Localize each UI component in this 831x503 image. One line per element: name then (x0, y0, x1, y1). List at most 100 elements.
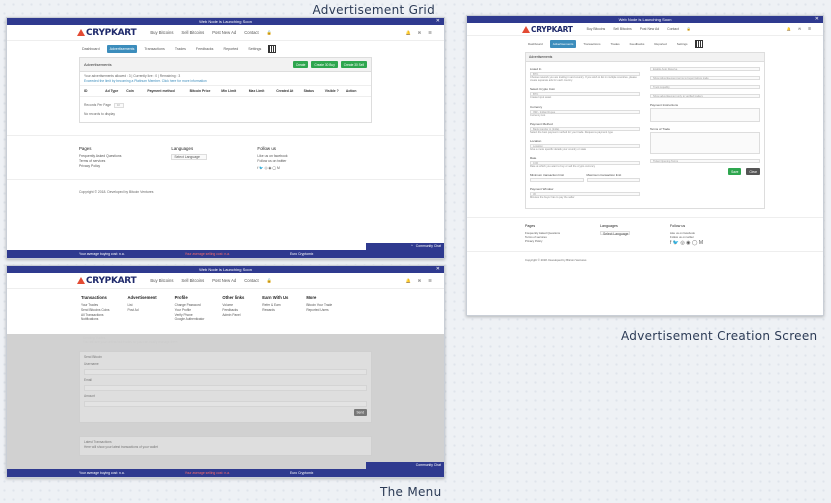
create-button[interactable]: Create (292, 61, 309, 68)
lock-icon[interactable]: 🔒 (267, 278, 272, 284)
tab-transactions[interactable]: Transactions (141, 45, 167, 53)
twitter-link[interactable]: Follow us on twitter (257, 159, 287, 164)
send-button[interactable]: Send (353, 408, 367, 416)
tab-settings[interactable]: Settings (245, 45, 264, 53)
terms-select[interactable]: Ticket Opening Terms (650, 159, 760, 163)
copyright: Copyright © 2018. Developed by Bitcoin V… (467, 250, 823, 262)
create-sell-button[interactable]: Create 30 Sell (340, 61, 367, 68)
email-label: Email (84, 378, 92, 382)
option-terms-to-buyer[interactable]: Show Advertisement terms to buyer before… (650, 76, 760, 80)
save-button[interactable]: Save (728, 168, 742, 175)
close-icon[interactable]: ✕ (815, 16, 819, 23)
nav-buy[interactable]: Buy Bitcoins (150, 278, 173, 283)
nav-contact[interactable]: Contact (667, 27, 679, 31)
field-label: Select Crypto Coin (530, 87, 556, 92)
exchange-name: Euro Cryptomix (290, 252, 314, 256)
field-rate: Rate 0.00 Rate at which you want to buy or… (530, 156, 640, 168)
terms-to-buyer-toggle[interactable]: Show Advertisement terms to buyer before… (650, 76, 760, 80)
social-icons[interactable]: f 🐦 ◎ ◉ ◯ M (257, 166, 287, 171)
create-buy-button[interactable]: Create 30 Buy (311, 61, 338, 68)
nav-sell[interactable]: Sell Bitcoins (181, 30, 204, 35)
menu-item[interactable]: Send Bitcoins Coins (81, 308, 110, 313)
tab-trades[interactable]: Trades (172, 45, 189, 53)
menu-item[interactable]: Reported Users (306, 308, 332, 313)
nav-buy[interactable]: Buy Bitcoins (150, 30, 173, 35)
close-icon[interactable]: ✕ (436, 266, 440, 273)
bell-icon[interactable]: 🔔 (787, 27, 791, 31)
lock-icon[interactable]: 🔒 (687, 27, 691, 31)
max-limit-input[interactable] (586, 178, 640, 183)
menu-item[interactable]: Post Ad (128, 308, 157, 313)
menu-icon[interactable]: ☰ (808, 27, 811, 31)
bell-icon[interactable]: 🔔 (406, 30, 411, 36)
footer-privacy-link[interactable]: Privacy Policy (525, 239, 560, 243)
tab-feedbacks[interactable]: Feedbacks (627, 40, 648, 48)
nav-sell[interactable]: Sell Bitcoins (181, 278, 204, 283)
menu-item[interactable]: Admin Panel (222, 313, 244, 318)
email-input[interactable] (84, 385, 367, 391)
menu-item[interactable]: Rewards (262, 308, 288, 313)
lock-icon[interactable]: 🔒 (267, 30, 272, 36)
mail-icon[interactable]: ✉ (798, 27, 801, 31)
min-limit-label: Minimum transaction limit (530, 173, 564, 178)
mail-icon[interactable]: ✉ (418, 30, 422, 36)
logo[interactable]: CRYPKART (522, 25, 573, 34)
max-limit-group: Maximum transaction limit (586, 173, 640, 183)
creation-panel: Advertisements Listed In BTC Choose networ… (525, 52, 765, 209)
tab-feedbacks[interactable]: Feedbacks (193, 45, 217, 53)
tab-advertisements[interactable]: Advertisements (549, 40, 577, 48)
tab-settings[interactable]: Settings (674, 40, 691, 48)
verified-only-toggle[interactable]: Show advertisement only to verified trad… (650, 94, 760, 98)
qr-code-icon[interactable] (268, 45, 277, 53)
nav-contact[interactable]: Contact (244, 30, 258, 35)
social-icons[interactable]: f 🐦 ◎ ◉ ◯ M (670, 240, 703, 246)
logo[interactable]: CRYPKART (77, 28, 137, 38)
menu-icon[interactable]: ☰ (428, 278, 432, 284)
terms-textarea[interactable] (650, 132, 760, 154)
tab-dashboard[interactable]: Dashboard (79, 45, 103, 53)
username-label: Username (84, 362, 99, 366)
amount-input[interactable] (84, 401, 367, 407)
field-payment-window: Payment Window 30 Minutes the buyer has to… (530, 187, 640, 199)
records-select[interactable]: 10 (113, 103, 124, 109)
tab-advertisements[interactable]: Advertisements (106, 45, 138, 53)
footer-privacy-link[interactable]: Privacy Policy (79, 164, 121, 169)
nav-contact[interactable]: Contact (244, 278, 258, 283)
nav-post-ad[interactable]: Post New Ad (212, 30, 236, 35)
min-limit-input[interactable] (530, 178, 584, 183)
bell-icon[interactable]: 🔔 (406, 278, 411, 284)
logo[interactable]: CRYPKART (77, 276, 137, 286)
menu-item[interactable]: Google Authenticator (175, 317, 205, 322)
username-input[interactable] (84, 369, 367, 375)
tab-reported[interactable]: Reported (220, 45, 241, 53)
limit-info[interactable]: Exceeded the limit by becoming a Platinu… (84, 79, 367, 84)
option-auto-reserve[interactable]: Enable Auto Reserve (650, 67, 760, 71)
nav-post-ad[interactable]: Post New Ad (212, 278, 236, 283)
twitter-link[interactable]: Follow us on twitter (670, 235, 703, 239)
community-chat-button[interactable]: Community Chat ^ (366, 243, 444, 250)
tab-bar-2: Dashboard Advertisements Transactions Tr… (467, 36, 823, 52)
language-select[interactable]: Select Language (171, 153, 208, 160)
menu-icon[interactable]: ☰ (428, 30, 432, 36)
nav-post-ad[interactable]: Post New Ad (640, 27, 659, 31)
menu-item[interactable]: Notifications (81, 317, 110, 322)
option-liquidity[interactable]: Track Liquidity (650, 85, 760, 89)
nav-buy[interactable]: Buy Bitcoins (587, 27, 606, 31)
payment-instructions-textarea[interactable] (650, 108, 760, 122)
clear-button[interactable]: Clear (746, 168, 760, 175)
option-verified-only[interactable]: Show advertisement only to verified trad… (650, 94, 760, 98)
field-label: Location (530, 139, 542, 144)
close-icon[interactable]: ✕ (436, 18, 440, 25)
liquidity-toggle[interactable]: Track Liquidity (650, 85, 760, 89)
auto-reserve-toggle[interactable]: Enable Auto Reserve (650, 67, 760, 71)
tab-dashboard[interactable]: Dashboard (525, 40, 546, 48)
tab-transactions[interactable]: Transactions (580, 40, 603, 48)
tab-trades[interactable]: Trades (607, 40, 622, 48)
nav-sell[interactable]: Sell Bitcoins (613, 27, 631, 31)
mail-icon[interactable]: ✉ (418, 278, 422, 284)
footer-lang-title: Languages (171, 145, 194, 151)
language-select[interactable]: Select Language (599, 230, 630, 236)
qr-code-icon[interactable] (694, 40, 703, 48)
tab-reported[interactable]: Reported (651, 40, 669, 48)
community-chat-button[interactable]: Community Chat (366, 462, 444, 469)
